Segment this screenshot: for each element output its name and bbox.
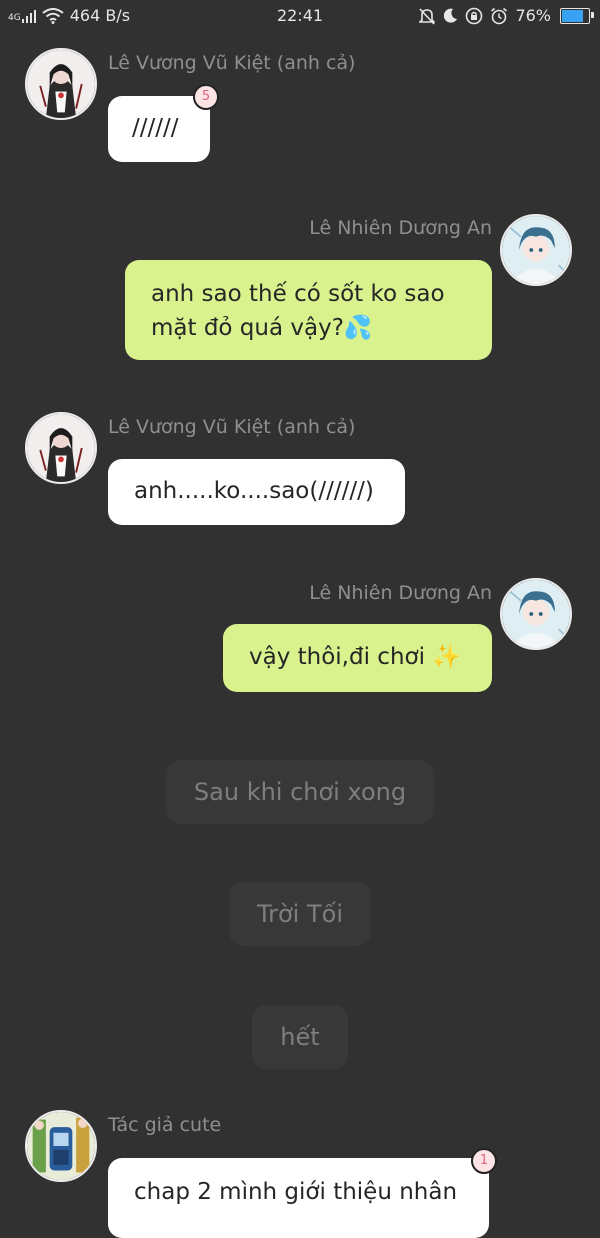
avatar-le-nhien-duong-an[interactable] xyxy=(500,214,572,286)
sender-name: Lê Nhiên Dương An xyxy=(309,217,492,239)
message-text: chap 2 mình giới thiệu nhân xyxy=(134,1179,458,1205)
message-bubble[interactable]: ////// xyxy=(108,96,210,162)
reaction-badge[interactable]: 5 xyxy=(193,84,219,110)
message-text: anh.....ko....sao(//////) xyxy=(134,478,374,504)
sender-name: Lê Nhiên Dương An xyxy=(309,582,492,604)
sender-name: Lê Vương Vũ Kiệt (anh cả) xyxy=(108,52,356,74)
message-text: anh sao thế có sốt ko sao xyxy=(151,281,445,307)
narration: Sau khi chơi xong xyxy=(0,760,600,824)
battery-percent: 76% xyxy=(515,6,551,25)
message-bubble[interactable]: anh sao thế có sốt ko sao mặt đỏ quá vậy… xyxy=(125,260,492,360)
narration-text: Trời Tối xyxy=(229,882,371,946)
narration: hết xyxy=(0,1005,600,1069)
message-bubble[interactable]: vậy thôi,đi chơi ✨ xyxy=(223,624,492,692)
message-text: ////// xyxy=(132,115,179,141)
avatar-le-vuong-vu-kiet[interactable] xyxy=(25,48,97,120)
message-text: mặt đỏ quá vậy?💦 xyxy=(151,315,373,341)
avatar-le-nhien-duong-an[interactable] xyxy=(500,578,572,650)
narration-text: Sau khi chơi xong xyxy=(165,760,435,824)
avatar-le-vuong-vu-kiet[interactable] xyxy=(25,412,97,484)
narration: Trời Tối xyxy=(0,882,600,946)
sender-name: Lê Vương Vũ Kiệt (anh cả) xyxy=(108,416,356,438)
battery-icon xyxy=(560,7,594,24)
reaction-badge[interactable]: 1 xyxy=(471,1148,497,1174)
message-text: vậy thôi,đi chơi ✨ xyxy=(249,644,461,670)
rotation-lock-icon xyxy=(466,7,483,24)
sender-name: Tác giả cute xyxy=(108,1114,222,1136)
status-bar: 4G 464 B/s 22:41 76% xyxy=(0,0,600,32)
alarm-icon xyxy=(491,7,508,24)
avatar-tac-gia-cute[interactable] xyxy=(25,1110,97,1182)
message-bubble[interactable]: chap 2 mình giới thiệu nhân xyxy=(108,1158,489,1238)
bell-muted-icon xyxy=(419,7,436,25)
moon-icon xyxy=(444,8,458,23)
narration-text: hết xyxy=(252,1005,348,1069)
message-bubble[interactable]: anh.....ko....sao(//////) xyxy=(108,459,405,525)
